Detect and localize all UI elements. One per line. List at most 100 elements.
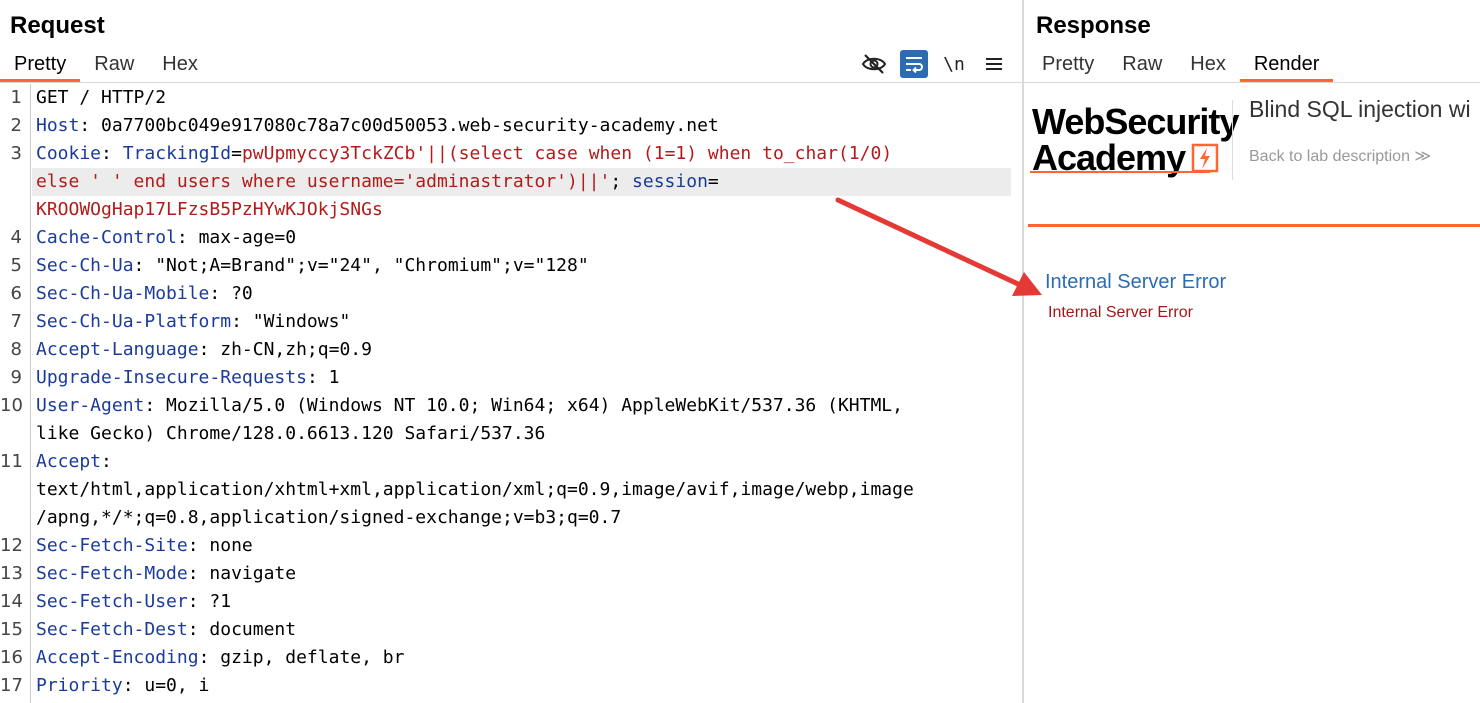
logo-line1: WebSecurity (1032, 101, 1239, 142)
line-number: 1 (10, 87, 22, 108)
code-line[interactable]: Accept: (36, 448, 112, 476)
code-line[interactable]: like Gecko) Chrome/128.0.6613.120 Safari… (36, 420, 545, 448)
code-line[interactable]: Cookie: TrackingId=pwUpmyccy3TckZCb'||(s… (36, 140, 892, 168)
header-value: : (101, 451, 112, 472)
back-to-lab-link[interactable]: Back to lab description ≫ (1249, 146, 1431, 166)
code-line[interactable]: text/html,application/xhtml+xml,applicat… (36, 476, 914, 504)
line-number: 8 (10, 339, 22, 360)
eye-slash-icon[interactable] (860, 50, 888, 78)
code-line[interactable]: Sec-Ch-Ua-Mobile: ?0 (36, 280, 253, 308)
code-line[interactable]: User-Agent: Mozilla/5.0 (Windows NT 10.0… (36, 392, 903, 420)
tab-render[interactable]: Render (1239, 50, 1334, 82)
header-name: Sec-Fetch-Site (36, 535, 188, 556)
header-value: = (707, 171, 719, 192)
payload-value: else ' ' end users where username='admin… (36, 171, 611, 192)
header-name: Cache-Control (36, 227, 177, 248)
header-name: Sec-Fetch-Dest (36, 619, 188, 640)
header-value: : ?1 (187, 591, 232, 612)
line-number: 6 (10, 283, 22, 304)
line-number: 16 (0, 647, 23, 668)
code-line[interactable]: Sec-Ch-Ua: "Not;A=Brand";v="24", "Chromi… (36, 252, 589, 280)
header-name: TrackingId (122, 143, 232, 164)
header-value: : "Windows" (231, 311, 351, 332)
payload-value: pwUpmyccy3TckZCb'||(select case when (1=… (241, 143, 893, 164)
tab-raw[interactable]: Raw (1108, 50, 1176, 80)
line-number: 2 (10, 115, 22, 136)
header-value: : 0a7700bc049e917080c78a7c00d50053.web-s… (79, 115, 719, 136)
header-name: Upgrade-Insecure-Requests (36, 367, 307, 388)
code-line[interactable]: Upgrade-Insecure-Requests: 1 (36, 364, 339, 392)
code-line[interactable]: Host: 0a7700bc049e917080c78a7c00d50053.w… (36, 112, 719, 140)
line-number: 12 (0, 535, 23, 556)
header-value: : document (187, 619, 297, 640)
header-value: : 1 (306, 367, 340, 388)
line-number: 3 (10, 143, 22, 164)
header-name: Sec-Fetch-Mode (36, 563, 188, 584)
header-value: : none (187, 535, 253, 556)
response-tabs: Pretty Raw Hex Render (1028, 50, 1334, 82)
header-value: : zh-CN,zh;q=0.9 (198, 339, 372, 360)
tab-pretty[interactable]: Pretty (0, 50, 81, 82)
header-value: : max-age=0 (176, 227, 297, 248)
tab-raw[interactable]: Raw (80, 50, 148, 80)
header-value: : "Not;A=Brand";v="24", "Chromium";v="12… (133, 255, 589, 276)
request-tabs: Pretty Raw Hex (0, 50, 212, 82)
line-number: 17 (0, 675, 23, 696)
header-name: session (632, 171, 708, 192)
tab-hex[interactable]: Hex (148, 50, 212, 80)
code-line[interactable]: Accept-Language: zh-CN,zh;q=0.9 (36, 336, 372, 364)
request-title: Request (10, 12, 105, 39)
header-value: : ?0 (209, 283, 253, 304)
header-name: Cookie (36, 143, 102, 164)
newline-toggle[interactable]: \n (940, 50, 968, 78)
request-tab-divider (0, 82, 1022, 83)
header-name: User-Agent (36, 395, 145, 416)
header-value: : u=0, i (122, 675, 210, 696)
code-line[interactable]: Accept-Encoding: gzip, deflate, br (36, 644, 404, 672)
code-line[interactable]: KROOWOgHap17LFzsB5PzHYwKJOkjSNGs (36, 196, 383, 224)
lightning-bolt-icon (1191, 143, 1219, 173)
header-name: Sec-Ch-Ua (36, 255, 134, 276)
header-separator (1232, 100, 1233, 180)
error-heading: Internal Server Error (1045, 271, 1227, 293)
header-value: = (231, 143, 242, 164)
logo-underline (1030, 171, 1210, 173)
code-line[interactable]: Sec-Ch-Ua-Platform: "Windows" (36, 308, 350, 336)
code-line[interactable]: Sec-Fetch-Dest: document (36, 616, 296, 644)
web-security-academy-logo[interactable]: WebSecurity Academy (1032, 101, 1239, 176)
line-number: 14 (0, 591, 23, 612)
payload-value: KROOWOgHap17LFzsB5PzHYwKJOkjSNGs (36, 199, 383, 220)
line-number: 15 (0, 619, 23, 640)
code-line[interactable]: Cache-Control: max-age=0 (36, 224, 296, 252)
header-name: Host (36, 115, 80, 136)
error-message: Internal Server Error (1048, 304, 1193, 321)
code-line[interactable]: Sec-Fetch-Mode: navigate (36, 560, 296, 588)
header-name: Sec-Fetch-User (36, 591, 188, 612)
header-name: Sec-Ch-Ua-Mobile (36, 283, 210, 304)
header-value: ; (610, 171, 633, 192)
header-value: like Gecko) Chrome/128.0.6613.120 Safari… (36, 423, 546, 444)
header-value: : Mozilla/5.0 (Windows NT 10.0; Win64; x… (144, 395, 903, 416)
response-title: Response (1036, 12, 1151, 39)
request-pane: Request Pretty Raw Hex \n 1 GET / HTTP/2… (0, 0, 1022, 703)
code-line[interactable]: Sec-Fetch-User: ?1 (36, 588, 231, 616)
tab-pretty[interactable]: Pretty (1028, 50, 1108, 80)
line-number: 9 (10, 367, 22, 388)
code-line[interactable]: /apng,*/*;q=0.8,application/signed-excha… (36, 504, 621, 532)
header-name: Sec-Ch-Ua-Platform (36, 311, 232, 332)
tab-hex[interactable]: Hex (1176, 50, 1240, 80)
code-line[interactable]: Sec-Fetch-Site: none (36, 532, 253, 560)
header-value: : gzip, deflate, br (198, 647, 405, 668)
line-number: 11 (0, 451, 23, 472)
header-value: /apng,*/*;q=0.8,application/signed-excha… (36, 507, 622, 528)
header-value: text/html,application/xhtml+xml,applicat… (36, 479, 914, 500)
code-line[interactable]: GET / HTTP/2 (36, 84, 166, 112)
header-orange-bar (1028, 224, 1480, 227)
line-number: 4 (10, 227, 22, 248)
code-line[interactable]: else ' ' end users where username='admin… (36, 168, 719, 196)
header-name: Priority (36, 675, 123, 696)
wrap-lines-icon[interactable] (900, 50, 928, 78)
menu-icon[interactable] (980, 50, 1008, 78)
header-name: Accept (36, 451, 102, 472)
code-line[interactable]: Priority: u=0, i (36, 672, 209, 700)
